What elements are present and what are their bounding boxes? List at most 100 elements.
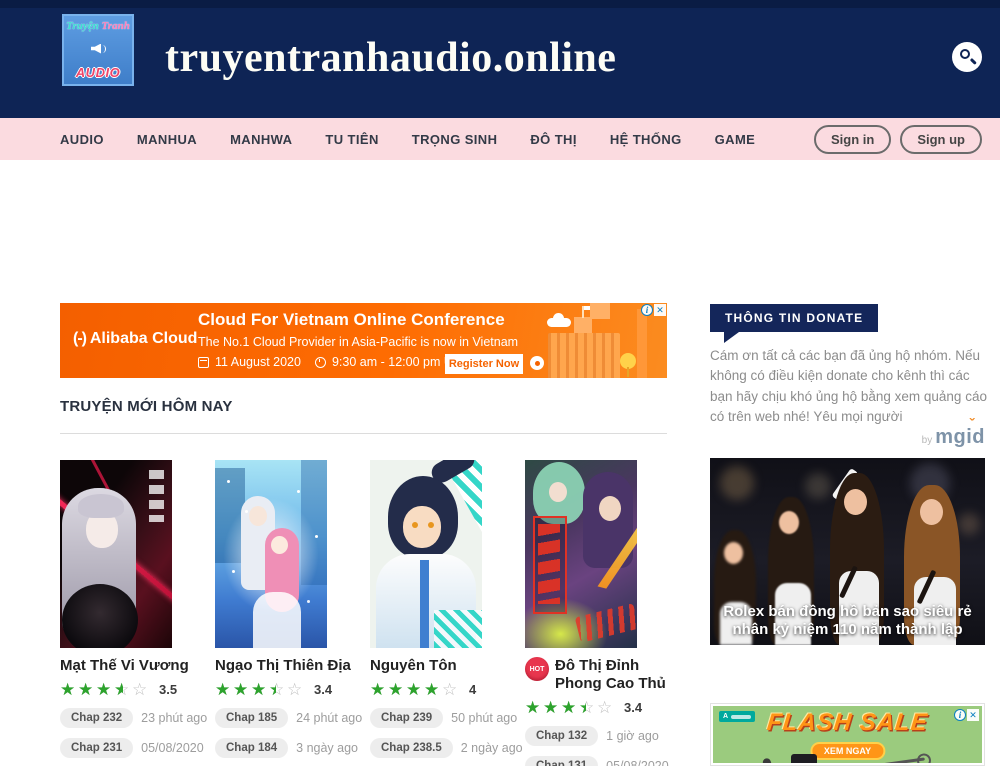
site-logo[interactable]: Truyện Tranh AUDIO: [62, 14, 134, 86]
nav-item-he-thong[interactable]: HỆ THỐNG: [610, 132, 682, 147]
comic-card[interactable]: Mạt Thế Vi Vương ☆★☆★☆★☆★☆★ 3.5 Chap 232…: [60, 460, 215, 766]
star-icon: ☆★: [96, 681, 114, 698]
rating-value: 3.5: [159, 682, 177, 697]
star-icon: ☆★: [442, 681, 460, 698]
sign-in-button[interactable]: Sign in: [814, 125, 891, 154]
banner-ad-subtitle: The No.1 Cloud Provider in Asia-Pacific …: [198, 335, 518, 349]
chapter-link[interactable]: Chap 231: [60, 738, 133, 758]
comic-cover[interactable]: [60, 460, 172, 648]
clock-icon: [315, 357, 326, 368]
nav-item-game[interactable]: GAME: [715, 132, 756, 147]
rating-stars: ☆★☆★☆★☆★☆★: [60, 681, 150, 698]
star-icon: ☆★: [424, 681, 442, 698]
rolex-native-ad[interactable]: Rolex bán đồng hồ bản sao siêu rẻ nhân k…: [710, 458, 985, 645]
alibaba-cloud-logo: (-) Alibaba Cloud: [73, 330, 197, 348]
building-illustration: [590, 303, 610, 319]
page: Truyện Tranh AUDIO truyentranhaudio.onli…: [0, 0, 1000, 766]
chapter-link[interactable]: Chap 185: [215, 708, 288, 728]
star-icon: ☆★: [543, 699, 561, 716]
site-header: Truyện Tranh AUDIO truyentranhaudio.onli…: [0, 0, 1000, 118]
star-icon: ☆★: [370, 681, 388, 698]
sign-up-button[interactable]: Sign up: [900, 125, 982, 154]
microphone-product: [762, 757, 776, 763]
chapter-link[interactable]: Chap 232: [60, 708, 133, 728]
mgid-by-label: by: [922, 435, 933, 446]
star-icon: ☆★: [406, 681, 424, 698]
chapter-time: 2 ngày ago: [461, 741, 523, 755]
ad-info-icon[interactable]: i: [954, 709, 966, 721]
ad-close-icon[interactable]: ✕: [967, 709, 979, 721]
star-icon: ☆★: [269, 681, 287, 698]
comic-cover[interactable]: [370, 460, 482, 648]
chapter-link[interactable]: Chap 131: [525, 756, 598, 766]
star-icon: ☆★: [215, 681, 233, 698]
nav-item-do-thi[interactable]: ĐÔ THỊ: [530, 132, 576, 147]
star-icon: ☆★: [525, 699, 543, 716]
hot-badge: HOT: [525, 657, 549, 681]
native-ad-caption[interactable]: Rolex bán đồng hồ bản sao siêu rẻ nhân k…: [710, 603, 985, 641]
chapter-link[interactable]: Chap 238.5: [370, 738, 453, 758]
flash-sale-ad[interactable]: A FLASH SALE XEM NGAY i ✕: [710, 703, 985, 766]
chapter-time: 05/08/2020: [606, 759, 669, 766]
star-icon: ☆★: [561, 699, 579, 716]
mgid-attribution[interactable]: bymgid: [845, 426, 985, 449]
rating-value: 3.4: [314, 682, 332, 697]
ad-info-icon[interactable]: i: [641, 304, 653, 316]
comic-grid: Mạt Thế Vi Vương ☆★☆★☆★☆★☆★ 3.5 Chap 232…: [60, 460, 690, 766]
mgid-logo: mgid: [935, 426, 985, 448]
nav-item-manhwa[interactable]: MANHWA: [230, 132, 292, 147]
star-icon: ☆★: [114, 681, 132, 698]
chapter-time: 23 phút ago: [141, 711, 207, 725]
star-icon: ☆★: [287, 681, 305, 698]
banner-ad-title: Cloud For Vietnam Online Conference: [198, 310, 505, 330]
section-divider: [60, 433, 667, 434]
comic-title[interactable]: Ngạo Thị Thiên Địa: [215, 657, 351, 675]
search-button[interactable]: [952, 42, 982, 72]
alibaba-banner-ad[interactable]: (-) Alibaba Cloud Cloud For Vietnam Onli…: [60, 303, 667, 378]
star-icon: ☆★: [388, 681, 406, 698]
register-now-button[interactable]: Register Now: [445, 354, 523, 374]
speaker-icon: [91, 43, 105, 55]
chapter-time: 3 ngày ago: [296, 741, 358, 755]
rating-value: 4: [469, 682, 476, 697]
nav-item-tu-tien[interactable]: TU TIÊN: [325, 132, 378, 147]
location-pin-icon: [530, 356, 544, 370]
ad-close-icon[interactable]: ✕: [654, 304, 666, 316]
nav-item-trong-sinh[interactable]: TRỌNG SINH: [412, 132, 498, 147]
site-title[interactable]: truyentranhaudio.online: [165, 34, 616, 82]
rating-stars: ☆★☆★☆★☆★☆★: [525, 699, 615, 716]
star-icon: ☆★: [579, 699, 597, 716]
comic-cover[interactable]: [525, 460, 637, 648]
calendar-icon: [198, 357, 209, 368]
nav-item-audio[interactable]: AUDIO: [60, 132, 104, 147]
comic-cover[interactable]: [215, 460, 327, 648]
logo-audio-text: AUDIO: [76, 65, 120, 80]
star-icon: ☆★: [60, 681, 78, 698]
comic-title[interactable]: Đô Thị Đỉnh Phong Cao Thủ: [555, 657, 675, 693]
flash-sale-title: FLASH SALE: [713, 709, 982, 737]
donate-text: Cám ơn tất cả các bạn đã ủng hộ nhóm. Nế…: [710, 346, 990, 427]
chapter-link[interactable]: Chap 239: [370, 708, 443, 728]
rating-stars: ☆★☆★☆★☆★☆★: [370, 681, 460, 698]
star-icon: ☆★: [597, 699, 615, 716]
chapter-link[interactable]: Chap 132: [525, 726, 598, 746]
chapter-time: 05/08/2020: [141, 741, 204, 755]
nav-item-manhua[interactable]: MANHUA: [137, 132, 197, 147]
rating-value: 3.4: [624, 700, 642, 715]
chapter-link[interactable]: Chap 184: [215, 738, 288, 758]
xem-ngay-button[interactable]: XEM NGAY: [810, 742, 885, 760]
comic-card[interactable]: HOT Đô Thị Đỉnh Phong Cao Thủ ☆★☆★☆★☆★☆★…: [525, 460, 680, 766]
donate-header: THÔNG TIN DONATE: [710, 304, 878, 332]
rating-stars: ☆★☆★☆★☆★☆★: [215, 681, 305, 698]
cloud-illustration: [547, 318, 571, 327]
comic-title[interactable]: Mạt Thế Vi Vương: [60, 657, 189, 675]
star-icon: ☆★: [233, 681, 251, 698]
search-icon: [960, 49, 970, 59]
star-icon: ☆★: [78, 681, 96, 698]
phone-product: [791, 754, 817, 763]
comic-card[interactable]: Ngạo Thị Thiên Địa ☆★☆★☆★☆★☆★ 3.4 Chap 1…: [215, 460, 370, 766]
chapter-time: 24 phút ago: [296, 711, 362, 725]
chapter-time: 50 phút ago: [451, 711, 517, 725]
comic-title[interactable]: Nguyên Tôn: [370, 657, 457, 675]
comic-card[interactable]: Nguyên Tôn ☆★☆★☆★☆★☆★ 4 Chap 239 50 phút…: [370, 460, 525, 766]
